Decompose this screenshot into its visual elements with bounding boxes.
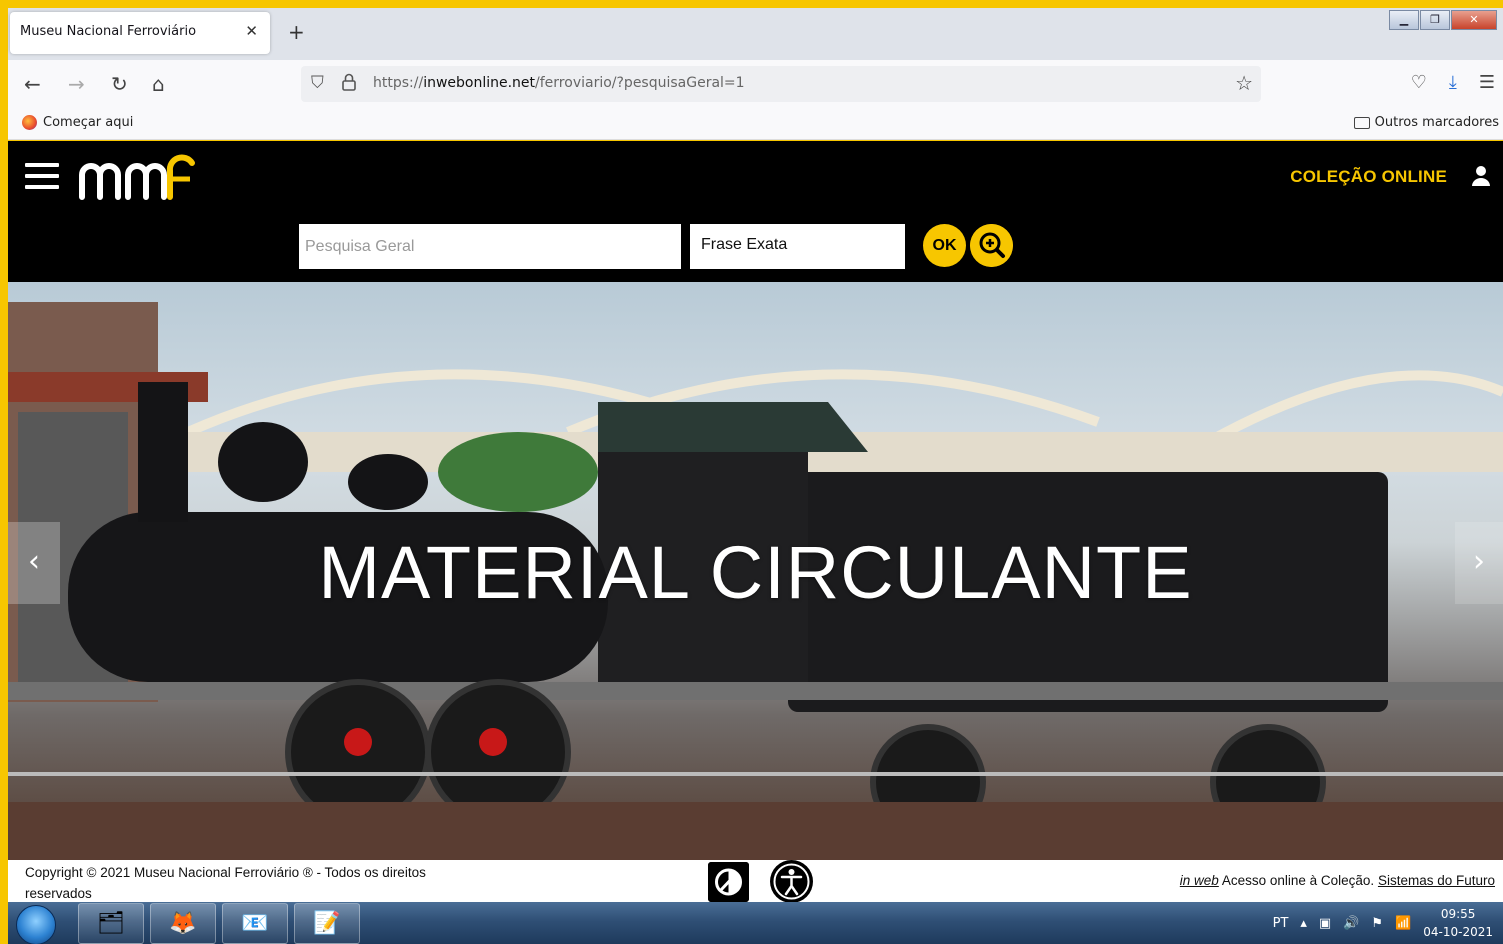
close-window-button[interactable]: ✕ [1451, 10, 1497, 30]
hero-title: MATERIAL CIRCULANTE [318, 531, 1193, 614]
copyright-text: Copyright © 2021 Museu Nacional Ferroviá… [25, 865, 426, 901]
access-online-text: Acesso online à Coleção. [1218, 873, 1378, 888]
hamburger-menu-icon[interactable] [25, 163, 59, 189]
minimize-button[interactable]: ▁ [1389, 10, 1419, 30]
sistemas-do-futuro-link[interactable]: Sistemas do Futuro [1378, 873, 1495, 888]
system-tray: PT ▴ ▣ 🔊 ⚑ 📶 09:55 04-10-2021 [1273, 902, 1493, 944]
footer-credits: in web Acesso online à Coleção. Sistemas… [1180, 873, 1495, 888]
firefox-icon [22, 115, 37, 130]
close-tab-icon[interactable]: ✕ [245, 22, 258, 40]
home-icon[interactable]: ⌂ [152, 72, 165, 96]
clock-time: 09:55 [1440, 907, 1476, 921]
site-footer: Copyright © 2021 Museu Nacional Ferroviá… [8, 860, 1503, 903]
folder-icon [1353, 116, 1370, 129]
toolbar-right: ♡ ⤓ ☰ [1411, 72, 1495, 93]
online-collection-link[interactable]: COLEÇÃO ONLINE [1290, 167, 1447, 187]
general-search-input[interactable] [299, 224, 681, 269]
other-bookmarks-label: Outros marcadores [1374, 115, 1499, 130]
download-icon[interactable]: ⤓ [1449, 72, 1457, 93]
volume-icon[interactable]: 🔊 [1343, 916, 1359, 931]
site-header: COLEÇÃO ONLINE Frase Exata OK [8, 141, 1503, 282]
inweb-link[interactable]: in web [1180, 873, 1219, 888]
outlook-taskbar-icon[interactable]: 📧 [222, 903, 288, 944]
mnf-logo[interactable] [78, 153, 203, 201]
action-center-flag-icon[interactable]: ⚑ [1371, 916, 1383, 931]
bookmark-start-here[interactable]: Começar aqui [22, 115, 133, 130]
show-hidden-icons-icon[interactable]: ▴ [1300, 916, 1307, 931]
accessibility-icon[interactable] [770, 860, 813, 903]
lock-icon[interactable] [341, 72, 357, 92]
pocket-icon[interactable]: ♡ [1411, 72, 1427, 93]
screen-frame-top [0, 0, 1503, 8]
screen-frame-left [0, 0, 8, 944]
new-tab-icon[interactable]: + [288, 20, 305, 44]
hero-banner: ‹ › MATERIAL CIRCULANTE [8, 282, 1503, 860]
firefox-taskbar-icon[interactable]: 🦊 [150, 903, 216, 944]
search-ok-button[interactable]: OK [923, 224, 966, 267]
contrast-toggle-icon[interactable] [708, 862, 749, 902]
bookmarks-bar: Começar aqui Outros marcadores [8, 108, 1503, 140]
bookmark-start-label: Começar aqui [43, 115, 134, 130]
network-drive-icon[interactable]: ▣ [1319, 916, 1331, 931]
word-taskbar-icon[interactable]: 📝 [294, 903, 360, 944]
other-bookmarks[interactable]: Outros marcadores [1353, 115, 1499, 130]
browser-tab[interactable]: Museu Nacional Ferroviário ✕ [10, 12, 270, 54]
language-indicator[interactable]: PT [1273, 916, 1289, 931]
url-bar[interactable]: ⛉ https://inwebonline.net/ferroviario/?p… [301, 66, 1261, 102]
url-text: https://inwebonline.net/ferroviario/?pes… [373, 75, 745, 91]
tab-title: Museu Nacional Ferroviário [20, 24, 197, 39]
browser-navbar: ← → ↻ ⌂ ⛉ https://inwebonline.net/ferrov… [8, 60, 1503, 108]
tracking-shield-icon[interactable]: ⛉ [311, 73, 324, 93]
signal-icon[interactable]: 📶 [1395, 916, 1411, 931]
url-path: /ferroviario/?pesquisaGeral=1 [535, 75, 745, 91]
window-controls: ▁ ❐ ✕ [1388, 10, 1497, 30]
search-mode-select[interactable]: Frase Exata [690, 224, 905, 269]
explorer-taskbar-icon[interactable]: 🗂 [78, 903, 144, 944]
user-icon[interactable] [1471, 165, 1491, 187]
restore-button[interactable]: ❐ [1420, 10, 1450, 30]
url-prefix: https:// [373, 75, 424, 91]
back-arrow-icon[interactable]: ← [24, 72, 41, 96]
reload-icon[interactable]: ↻ [111, 72, 128, 96]
url-domain: inwebonline.net [423, 75, 536, 91]
advanced-search-icon[interactable] [970, 224, 1013, 267]
clock-date: 04-10-2021 [1423, 925, 1493, 939]
bookmark-star-icon[interactable]: ☆ [1235, 71, 1253, 95]
browser-tabbar: Museu Nacional Ferroviário ✕ + ▁ ❐ ✕ [8, 8, 1503, 60]
forward-arrow-icon[interactable]: → [68, 72, 85, 96]
menu-icon[interactable]: ☰ [1479, 72, 1495, 93]
windows-taskbar: 🗂 🦊 📧 📝 PT ▴ ▣ 🔊 ⚑ 📶 09:55 04-10-2021 [8, 902, 1503, 944]
start-button[interactable] [16, 905, 56, 944]
clock[interactable]: 09:55 04-10-2021 [1423, 905, 1493, 941]
